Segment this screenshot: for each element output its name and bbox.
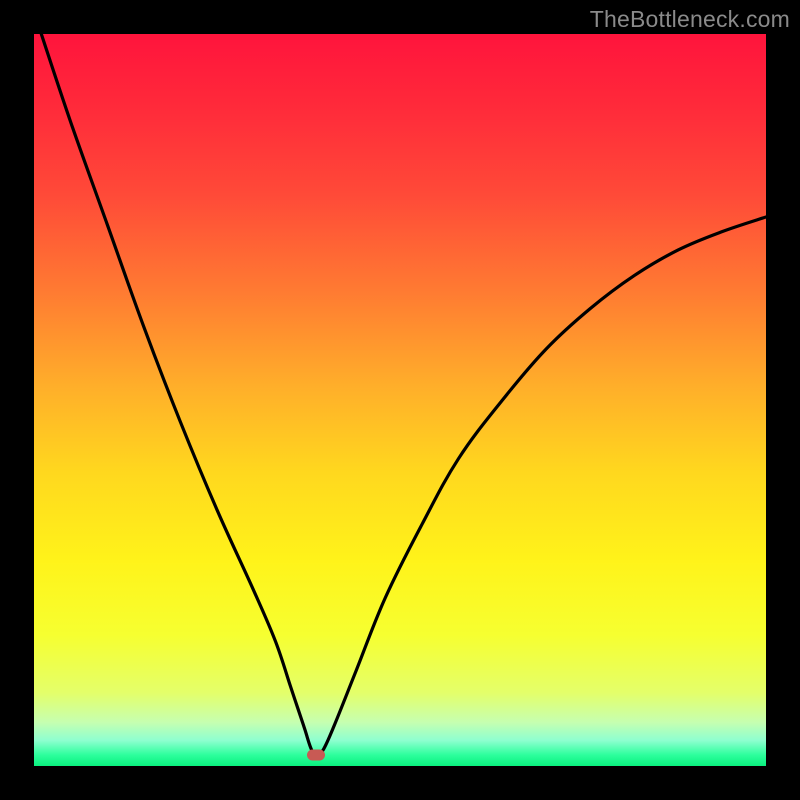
bottleneck-curve (34, 34, 766, 766)
watermark-text: TheBottleneck.com (590, 6, 790, 33)
chart-frame: TheBottleneck.com (0, 0, 800, 800)
optimal-point-marker (307, 750, 325, 761)
plot-area (34, 34, 766, 766)
